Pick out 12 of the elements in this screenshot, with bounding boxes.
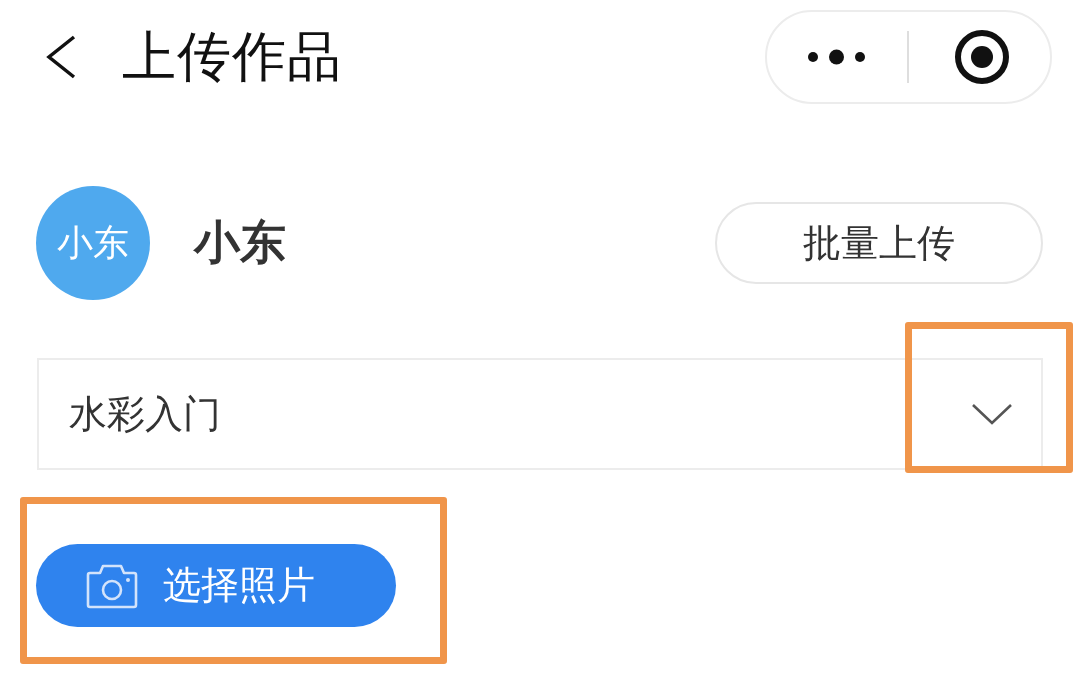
back-icon[interactable]	[45, 35, 77, 79]
dropdown-value: 水彩入门	[69, 390, 221, 438]
category-dropdown[interactable]: 水彩入门	[37, 358, 1043, 470]
page-title: 上传作品	[122, 30, 342, 84]
batch-upload-button[interactable]: 批量上传	[715, 202, 1043, 284]
camera-icon	[86, 562, 138, 609]
avatar: 小东	[36, 186, 150, 300]
target-icon[interactable]	[954, 29, 1010, 85]
user-name: 小东	[194, 214, 286, 271]
more-icon[interactable]	[808, 49, 865, 65]
chevron-down-icon[interactable]	[971, 403, 1013, 425]
select-photo-button[interactable]: 选择照片	[36, 544, 396, 627]
